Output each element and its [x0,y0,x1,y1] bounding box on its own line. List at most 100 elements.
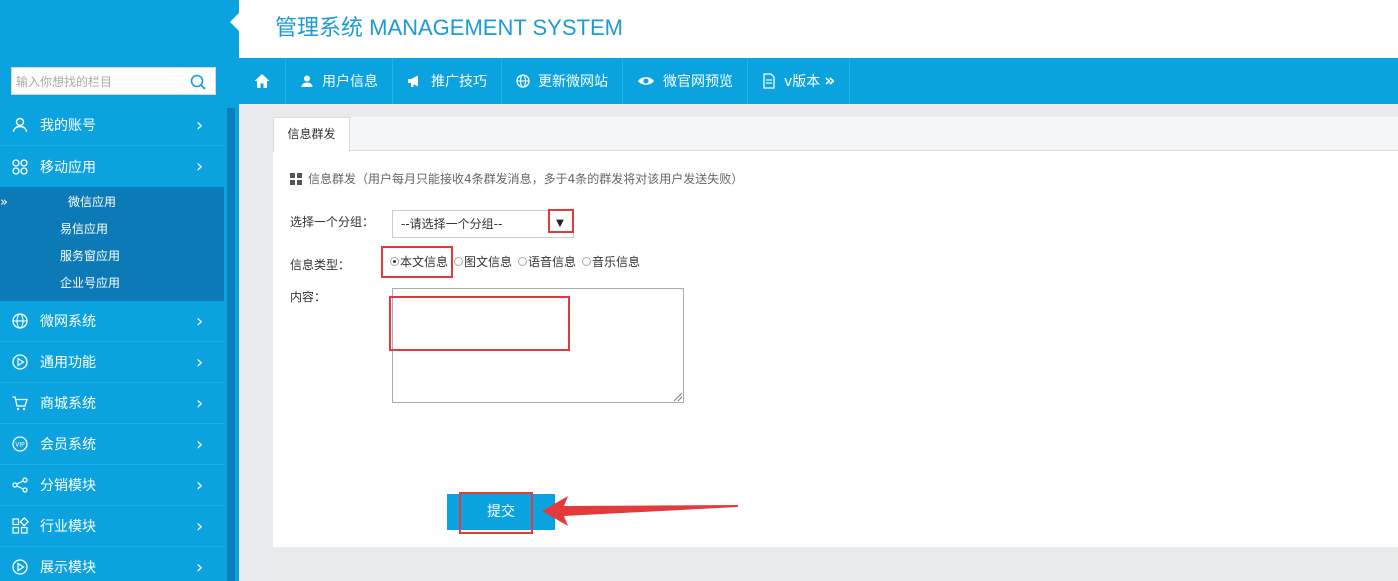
group-label: 选择一个分组： [290,215,375,229]
sidebar-item-label: 展示模块 [40,560,96,576]
submenu-item-service-window-apps[interactable]: 服务窗应用 [0,243,224,270]
double-chevron-icon: » [0,195,8,210]
vip-icon: VIP [0,435,40,453]
svg-text:VIP: VIP [15,442,25,449]
annotation-highlight-select [548,209,574,233]
nav-label: 更新微网站 [538,74,608,90]
grid-icon [290,172,302,185]
submenu-item-label: 企业号应用 [60,276,121,290]
search-icon[interactable] [189,73,207,91]
sidebar-item-display[interactable]: 展示模块 › [0,547,224,581]
globe-icon [0,312,40,330]
radio-label: 音乐信息 [592,255,641,269]
chevron-right-icon: › [196,114,204,136]
tab-mass-message[interactable]: 信息群发 [273,117,350,152]
resize-grip-icon[interactable] [674,393,682,401]
nav-user-info[interactable]: 用户信息 [286,58,393,104]
user-icon [0,116,40,134]
sidebar-toggle-notch[interactable] [230,12,240,32]
sidebar-item-label: 通用功能 [40,355,96,371]
type-label: 信息类型： [290,258,351,272]
annotation-arrow-icon [542,496,738,526]
form-note: 信息群发（用户每月只能接收4条群发消息，多于4条的群发将对该用户发送失败） [290,170,743,187]
chevron-right-icon: › [196,474,204,496]
home-icon [254,74,270,88]
annotation-highlight-submit [459,492,533,534]
nav-label: 用户信息 [322,74,378,90]
sidebar-item-micro-site[interactable]: 微网系统 › [0,301,224,342]
apps-icon [0,158,40,176]
radio-label: 语音信息 [528,255,577,269]
sidebar-item-label: 移动应用 [40,159,96,176]
sidebar-scrollbar[interactable] [227,108,235,581]
header: 管理系统 MANAGEMENT SYSTEM [239,0,1398,58]
sidebar-item-industry[interactable]: 行业模块 › [0,506,224,547]
sidebar-item-label: 行业模块 [40,519,96,535]
submenu-item-label: 易信应用 [60,222,109,236]
form-note-text: 信息群发（用户每月只能接收4条群发消息，多于4条的群发将对该用户发送失败） [308,172,744,186]
globe-icon [516,74,530,88]
annotation-highlight-radio [381,246,453,278]
sidebar-item-label: 分销模块 [40,478,96,494]
submenu-mobile-apps: » 微信应用 易信应用 服务窗应用 企业号应用 [0,187,224,301]
radio-circle[interactable] [454,257,464,266]
search-box [11,67,216,95]
chevron-right-icon: › [196,433,204,455]
user-icon [301,75,313,87]
search-input[interactable] [16,72,186,92]
radio-label: 图文信息 [464,255,513,269]
sidebar-item-label: 我的账号 [40,118,96,134]
cart-icon [0,394,40,412]
radio-image-text-message[interactable]: 图文信息 [454,253,512,270]
nav-update-site[interactable]: 更新微网站 [502,58,623,104]
radio-circle[interactable] [582,257,592,266]
sidebar-item-label: 会员系统 [40,437,96,453]
sidebar-menu: 我的账号 › 移动应用 › » 微信应用 易信应用 服务窗应用 企业号应用 微网… [0,105,224,581]
sidebar-item-label: 微网系统 [40,314,96,330]
nav-label: 微官网预览 [663,74,733,90]
chevron-right-icon: › [196,351,204,373]
submenu-item-label: 微信应用 [68,195,117,209]
submenu-item-wechat-apps[interactable]: » 微信应用 [0,189,224,216]
nav-label: v版本 [784,74,821,90]
radio-music-message[interactable]: 音乐信息 [582,253,640,270]
chevron-right-icon: › [196,156,204,177]
nav-promotion-tips[interactable]: 推广技巧 [393,58,502,104]
nav-version[interactable]: v版本 » [748,58,851,104]
sidebar-item-mobile-apps[interactable]: 移动应用 › [0,146,224,187]
chevron-right-icon: › [196,515,204,537]
share-icon [0,476,40,494]
submenu-item-yixin-apps[interactable]: 易信应用 [0,216,224,243]
group-select[interactable]: --请选择一个分组-- ▼ [392,210,574,238]
chevron-right-icon: › [196,392,204,414]
chevron-right-icon: › [196,556,204,578]
tab-bar: 信息群发 [273,117,1398,152]
nav-site-preview[interactable]: 微官网预览 [623,58,748,104]
nav-label: 推广技巧 [431,74,487,90]
grid-icon [0,517,40,535]
eye-icon [638,77,654,85]
submenu-item-label: 服务窗应用 [60,249,121,263]
document-icon [763,73,775,89]
sidebar-item-my-account[interactable]: 我的账号 › [0,105,224,146]
sidebar-item-label: 商城系统 [40,396,96,412]
megaphone-icon [408,75,418,87]
radio-voice-message[interactable]: 语音信息 [518,253,576,270]
nav-home[interactable] [239,58,286,104]
group-select-value: --请选择一个分组-- [401,217,503,231]
play-icon [0,558,40,576]
double-chevron-right-icon[interactable]: » [824,71,835,91]
sidebar-item-member-system[interactable]: VIP 会员系统 › [0,424,224,465]
play-icon [0,353,40,371]
annotation-highlight-content [389,296,570,351]
sidebar: 我的账号 › 移动应用 › » 微信应用 易信应用 服务窗应用 企业号应用 [0,0,239,581]
sidebar-item-common-functions[interactable]: 通用功能 › [0,342,224,383]
radio-circle[interactable] [518,257,528,266]
top-nav: 用户信息 推广技巧 更新微网站 微官网预览 v版本 » [239,58,1398,104]
sidebar-item-mall-system[interactable]: 商城系统 › [0,383,224,424]
content-label: 内容： [290,290,327,304]
sidebar-item-distribution[interactable]: 分销模块 › [0,465,224,506]
chevron-right-icon: › [196,310,204,332]
page-title: 管理系统 MANAGEMENT SYSTEM [275,15,623,40]
submenu-item-enterprise-apps[interactable]: 企业号应用 [0,270,224,297]
